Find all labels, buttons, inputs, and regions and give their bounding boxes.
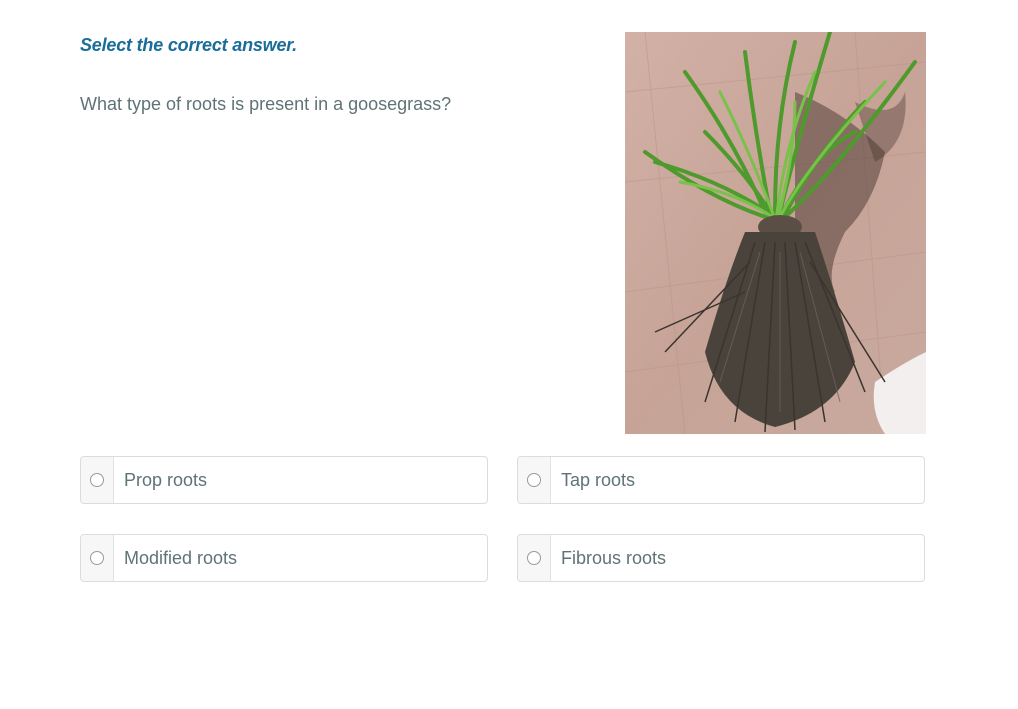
instruction-text: Select the correct answer. <box>80 35 297 55</box>
answer-option-prop-roots[interactable]: Prop roots <box>80 456 488 504</box>
answer-option-modified-roots[interactable]: Modified roots <box>80 534 488 582</box>
radio-cell <box>518 535 551 581</box>
answer-option-fibrous-roots[interactable]: Fibrous roots <box>517 534 925 582</box>
radio-cell <box>518 457 551 503</box>
radio-button[interactable] <box>90 551 104 565</box>
option-label: Tap roots <box>561 469 636 490</box>
question-text: What type of roots is present in a goose… <box>80 94 452 114</box>
radio-button[interactable] <box>527 551 541 565</box>
radio-cell <box>81 457 114 503</box>
radio-button[interactable] <box>90 473 104 487</box>
radio-button[interactable] <box>527 473 541 487</box>
option-label: Prop roots <box>124 469 208 490</box>
option-label: Fibrous roots <box>561 547 667 568</box>
radio-cell <box>81 535 114 581</box>
option-label: Modified roots <box>124 547 238 568</box>
answer-option-tap-roots[interactable]: Tap roots <box>517 456 925 504</box>
goosegrass-photo <box>625 32 926 434</box>
